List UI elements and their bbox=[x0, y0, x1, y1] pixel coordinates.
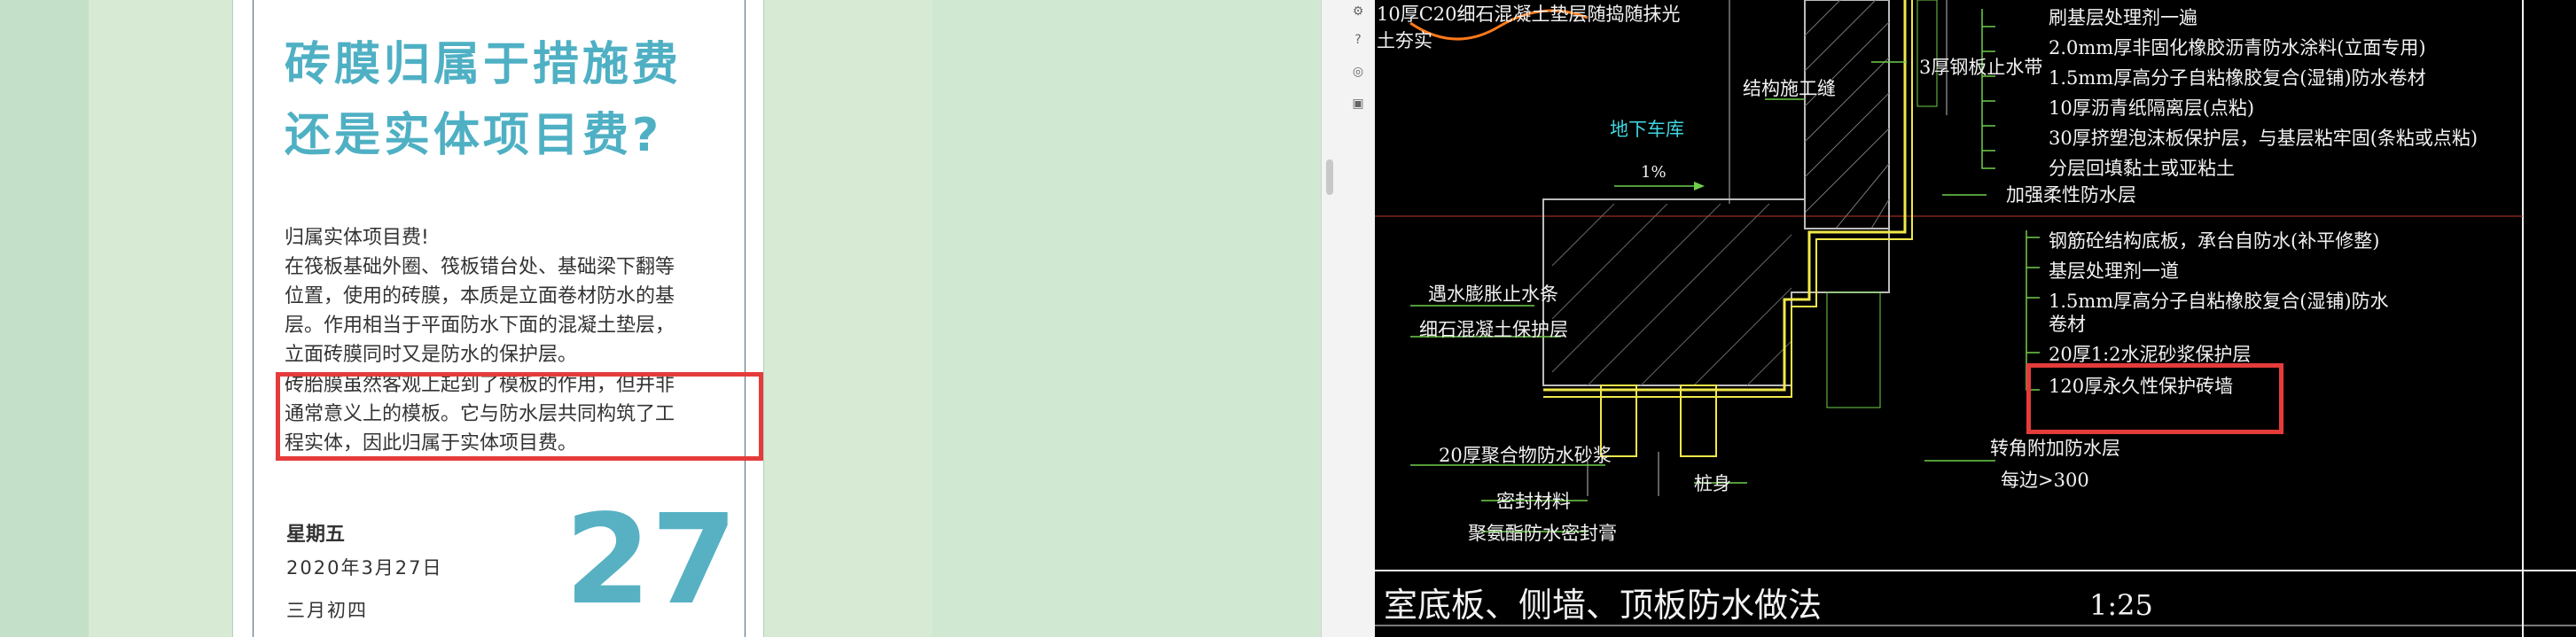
paragraph-line: 位置，使用的砖膜，本质是立面卷材防水的基 bbox=[285, 285, 675, 307]
cad-label-r14: 每边>300 bbox=[2001, 470, 2089, 491]
article-title-line2: 还是实体项目费? bbox=[285, 109, 663, 162]
vertical-scrollbar[interactable] bbox=[1325, 159, 1334, 620]
viewer-sidebar: ⚙ ? ◎ ▣ bbox=[1321, 0, 1376, 637]
cad-label-struct-joint: 结构施工缝 bbox=[1743, 78, 1836, 99]
background-right-strip bbox=[764, 0, 933, 637]
cad-label-r9: 基层处理剂一道 bbox=[2049, 260, 2179, 282]
cad-label-r8: 钢筋砼结构底板，承台自防水(补平修整) bbox=[2049, 230, 2380, 252]
cad-label-l5: 聚氨酯防水密封膏 bbox=[1468, 523, 1617, 544]
scrollbar-thumb[interactable] bbox=[1326, 159, 1333, 195]
cad-label-r10b: 卷材 bbox=[2049, 314, 2086, 335]
cad-label-l1: 遇水膨胀止水条 bbox=[1428, 284, 1558, 305]
background-left-strip bbox=[0, 0, 89, 637]
location-icon[interactable]: ◎ bbox=[1350, 64, 1366, 80]
cad-label-basement: 地下车库 bbox=[1610, 119, 1684, 140]
background-far-strip bbox=[933, 0, 1321, 637]
date-label: 2020年3月27日 bbox=[286, 557, 443, 579]
cad-label-top-left: 10厚C20细石混凝土垫层随捣随抹光 bbox=[1377, 4, 1681, 25]
article-paragraph-1: 归属实体项目费! 在筏板基础外圈、筏板错台处、基础梁下翻等 位置，使用的砖膜，本… bbox=[285, 223, 745, 369]
cad-label-r6: 分层回填黏土或亚粘土 bbox=[2049, 158, 2235, 179]
article-title-line1: 砖膜归属于措施费 bbox=[285, 38, 683, 91]
cad-drawing-title: 室底板、侧墙、顶板防水做法 bbox=[1384, 586, 1823, 625]
cad-label-l4: 密封材料 bbox=[1496, 491, 1571, 512]
background-mid-strip bbox=[89, 0, 232, 637]
settings-icon[interactable]: ⚙ bbox=[1350, 4, 1366, 19]
cad-label-r2: 2.0mm厚非固化橡胶沥青防水涂料(立面专用) bbox=[2049, 37, 2426, 58]
cad-label-slope: 1% bbox=[1641, 163, 1667, 182]
cad-label-r5: 30厚挤塑泡沫板保护层，与基层粘牢固(条粘或点粘) bbox=[2049, 128, 2478, 149]
cad-label-r3: 1.5mm厚高分子自粘橡胶复合(湿铺)防水卷材 bbox=[2049, 67, 2426, 89]
highlight-annotation-box bbox=[276, 372, 763, 461]
cad-label-steel-stop: 3厚钢板止水带 bbox=[1919, 57, 2043, 78]
article-card: 砖膜归属于措施费 还是实体项目费? 归属实体项目费! 在筏板基础外圈、筏板错台处… bbox=[232, 0, 764, 637]
cad-label-top-left2: 土夯实 bbox=[1377, 30, 1432, 51]
cad-label-r10: 1.5mm厚高分子自粘橡胶复合(湿铺)防水 bbox=[2049, 291, 2389, 312]
help-icon[interactable]: ? bbox=[1350, 32, 1366, 48]
paragraph-line: 立面砖膜同时又是防水的保护层。 bbox=[285, 344, 578, 366]
cad-label-l6: 桩身 bbox=[1694, 473, 1731, 494]
cad-label-l3: 20厚聚合物防水砂浆 bbox=[1439, 445, 1612, 466]
paragraph-line: 归属实体项目费! bbox=[285, 227, 429, 249]
day-number: 27 bbox=[565, 488, 738, 633]
lunar-date-label: 三月初四 bbox=[286, 600, 368, 621]
cad-label-r13: 转角附加防水层 bbox=[1990, 438, 2120, 459]
paragraph-line: 在筏板基础外圈、筏板错台处、基础梁下翻等 bbox=[285, 256, 675, 278]
cad-drawing-view: 10厚C20细石混凝土垫层随捣随抹光 土夯实 结构施工缝 3厚钢板止水带 地下车… bbox=[1375, 0, 2576, 637]
cad-label-r7: 加强柔性防水层 bbox=[2006, 184, 2136, 206]
cad-label-l2: 细石混凝土保护层 bbox=[1419, 319, 1568, 340]
image-icon[interactable]: ▣ bbox=[1350, 96, 1366, 112]
cad-label-r4: 10厚沥青纸隔离层(点粘) bbox=[2049, 97, 2255, 119]
weekday-label: 星期五 bbox=[286, 524, 346, 546]
cad-drawing-scale: 1:25 bbox=[2089, 588, 2153, 622]
cad-highlight-box bbox=[2026, 363, 2283, 434]
paragraph-line: 层。作用相当于平面防水下面的混凝土垫层， bbox=[285, 315, 675, 337]
cad-label-r1: 刷基层处理剂一遍 bbox=[2049, 7, 2197, 28]
